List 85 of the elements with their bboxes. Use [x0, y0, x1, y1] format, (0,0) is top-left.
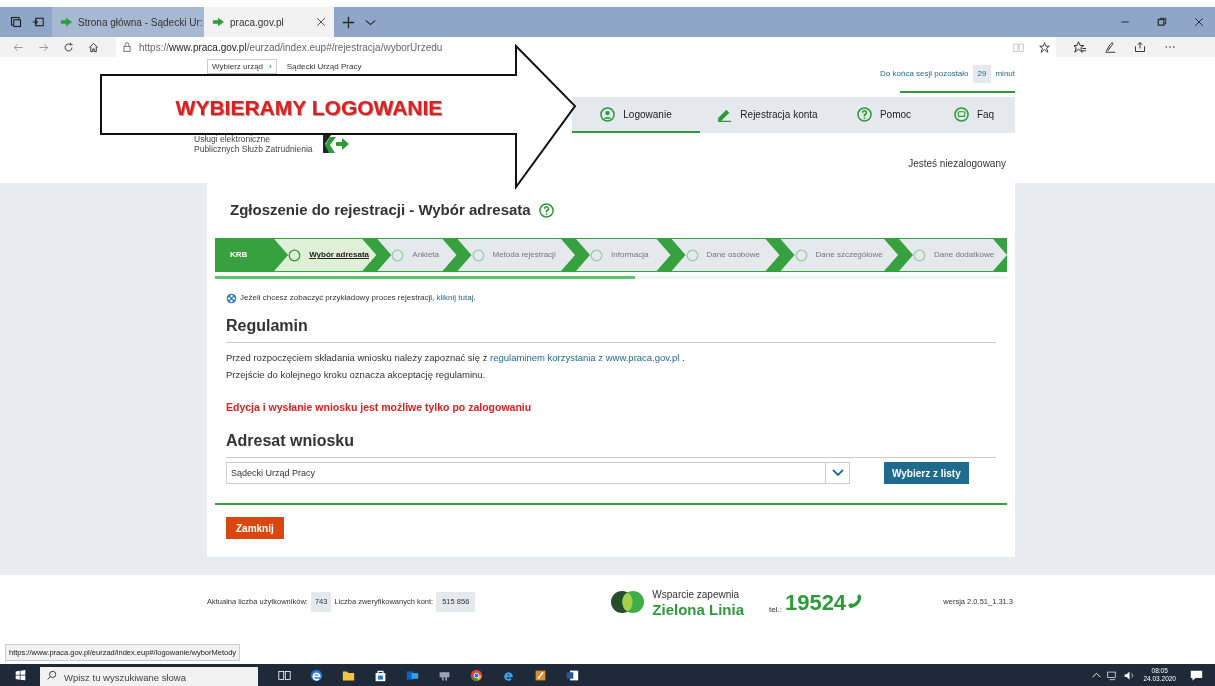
- session-label: Do końca sesji pozostało: [880, 68, 969, 80]
- new-tab-icon[interactable]: [342, 15, 355, 29]
- share-icon[interactable]: [1134, 41, 1146, 53]
- circle-icon: [471, 248, 485, 262]
- nav-tab[interactable]: Pomoc: [835, 97, 933, 133]
- logo-icon: [611, 590, 645, 614]
- chat-icon: [953, 106, 969, 122]
- nav-tab[interactable]: Rejestracja konta: [700, 97, 835, 133]
- hotline-name: Zielona Linia: [652, 601, 744, 618]
- help-icon[interactable]: [538, 203, 554, 218]
- warning-text: Edycja i wysłanie wniosku jest możliwe tylko po zalogowaniu: [226, 399, 533, 415]
- step-tab[interactable]: Dane dodatkowe: [899, 239, 1007, 271]
- tel-number: 19524: [784, 588, 847, 617]
- search-icon: [47, 670, 57, 680]
- annotation-text: WYBIERAMY LOGOWANIE: [174, 95, 444, 121]
- folder-icon[interactable]: [342, 668, 355, 682]
- step-label: KRB: [229, 249, 249, 261]
- favorites-icon[interactable]: [1074, 41, 1086, 53]
- step-tab[interactable]: Dane osobowe: [671, 239, 780, 271]
- login-status: Jesteś niezalogowany: [908, 157, 1006, 171]
- recipient-select[interactable]: Sądecki Urząd Pracy: [226, 462, 850, 485]
- home-icon[interactable]: [88, 41, 99, 53]
- arrow-icon: [60, 17, 72, 27]
- phone-icon: [847, 594, 864, 610]
- circle-icon: [391, 248, 405, 262]
- browser-tab[interactable]: praca.gov.pl: [204, 7, 334, 37]
- address-bar[interactable]: https://www.praca.gov.pl/eurzad/index.eup#/rejestracja/wyborUrzedu: [116, 37, 1056, 57]
- session-unit: minut: [995, 68, 1015, 80]
- chevron-up-icon[interactable]: [1092, 670, 1102, 680]
- logo-text: Usługi elektroniczne Publicznych Służb Zatrudnienia: [194, 134, 313, 154]
- step-tab[interactable]: Dane szczegółowe: [780, 239, 899, 271]
- terms-link[interactable]: regulaminem korzystania z www.praca.gov.pl: [490, 352, 680, 363]
- step-tab[interactable]: Ankieta: [377, 239, 457, 271]
- section-heading: Adresat wniosku: [226, 429, 996, 459]
- logo-icon: [320, 133, 351, 155]
- tabs-icon[interactable]: [10, 16, 22, 28]
- restore-icon[interactable]: [1157, 17, 1167, 27]
- mail-app-icon[interactable]: [406, 668, 419, 682]
- page-title: Zgłoszenie do rejestracji - Wybór adresata: [230, 200, 531, 221]
- task-view-icon[interactable]: [278, 668, 291, 682]
- nav-tab[interactable]: Faq: [933, 97, 1015, 133]
- tel-label: tel.:: [769, 604, 782, 616]
- lock-icon: [122, 42, 132, 52]
- hotline-label: Wsparcie zapewnia: [652, 587, 741, 602]
- app-icon[interactable]: [534, 668, 547, 682]
- film-reel-icon: [226, 292, 237, 304]
- network-icon[interactable]: [1107, 669, 1119, 681]
- set-aside-tabs-icon[interactable]: [32, 16, 44, 28]
- circle-icon: [794, 248, 808, 262]
- step-tab[interactable]: Informacja: [576, 239, 671, 271]
- help-icon: [856, 106, 872, 122]
- tab-title: Strona główna - Sądecki Ur:: [78, 15, 203, 30]
- circle-icon: [685, 248, 699, 262]
- step-tab[interactable]: Metoda rejestracji: [457, 239, 576, 271]
- chevron-down-icon: [831, 469, 844, 478]
- step-tab[interactable]: Wybór adresata: [274, 239, 377, 271]
- refresh-icon[interactable]: [63, 41, 74, 53]
- browser-icon[interactable]: [310, 668, 323, 682]
- notifications-icon[interactable]: [1190, 668, 1203, 682]
- close-icon[interactable]: [1194, 17, 1204, 27]
- user-icon: [600, 106, 616, 122]
- breadcrumb-current: Sądecki Urząd Pracy: [286, 60, 362, 73]
- close-button[interactable]: Zamknij: [226, 517, 284, 540]
- windows-icon[interactable]: [15, 669, 26, 681]
- chrome-icon[interactable]: [470, 668, 483, 682]
- pen-icon[interactable]: [1104, 41, 1116, 53]
- close-icon[interactable]: [316, 17, 326, 27]
- circle-icon: [590, 248, 604, 262]
- terms-text: Przed rozpoczęciem składania wniosku należy zapoznać się z regulaminem korzystania z www.praca.gov.pl .: [226, 351, 686, 365]
- circle-icon: [288, 248, 302, 262]
- circle-icon: [913, 248, 927, 262]
- search-field[interactable]: Wpisz tu wyszukiwane słowa: [40, 666, 258, 686]
- choose-button[interactable]: Wybierz z listy: [884, 462, 969, 485]
- session-minutes: 29: [972, 65, 992, 83]
- terms-text: Przejście do kolejnego kroku oznacza akceptację regulaminu.: [226, 368, 487, 383]
- browser-tab[interactable]: Strona główna - Sądecki Ur:: [52, 7, 204, 37]
- word-icon[interactable]: [566, 668, 579, 682]
- breadcrumb-button[interactable]: Wybierz urząd ›: [207, 59, 277, 74]
- demo-text: Jeżeli chcesz zobaczyć przykładowy proces rejestracji, kliknij tutaj.: [240, 292, 476, 304]
- tab-title: praca.gov.pl: [230, 15, 285, 30]
- star-icon[interactable]: [1039, 41, 1050, 53]
- store-icon[interactable]: [374, 668, 387, 682]
- section-heading: Regulamin: [226, 314, 996, 343]
- arrow-icon: [212, 17, 224, 27]
- speaker-icon[interactable]: [1124, 669, 1136, 681]
